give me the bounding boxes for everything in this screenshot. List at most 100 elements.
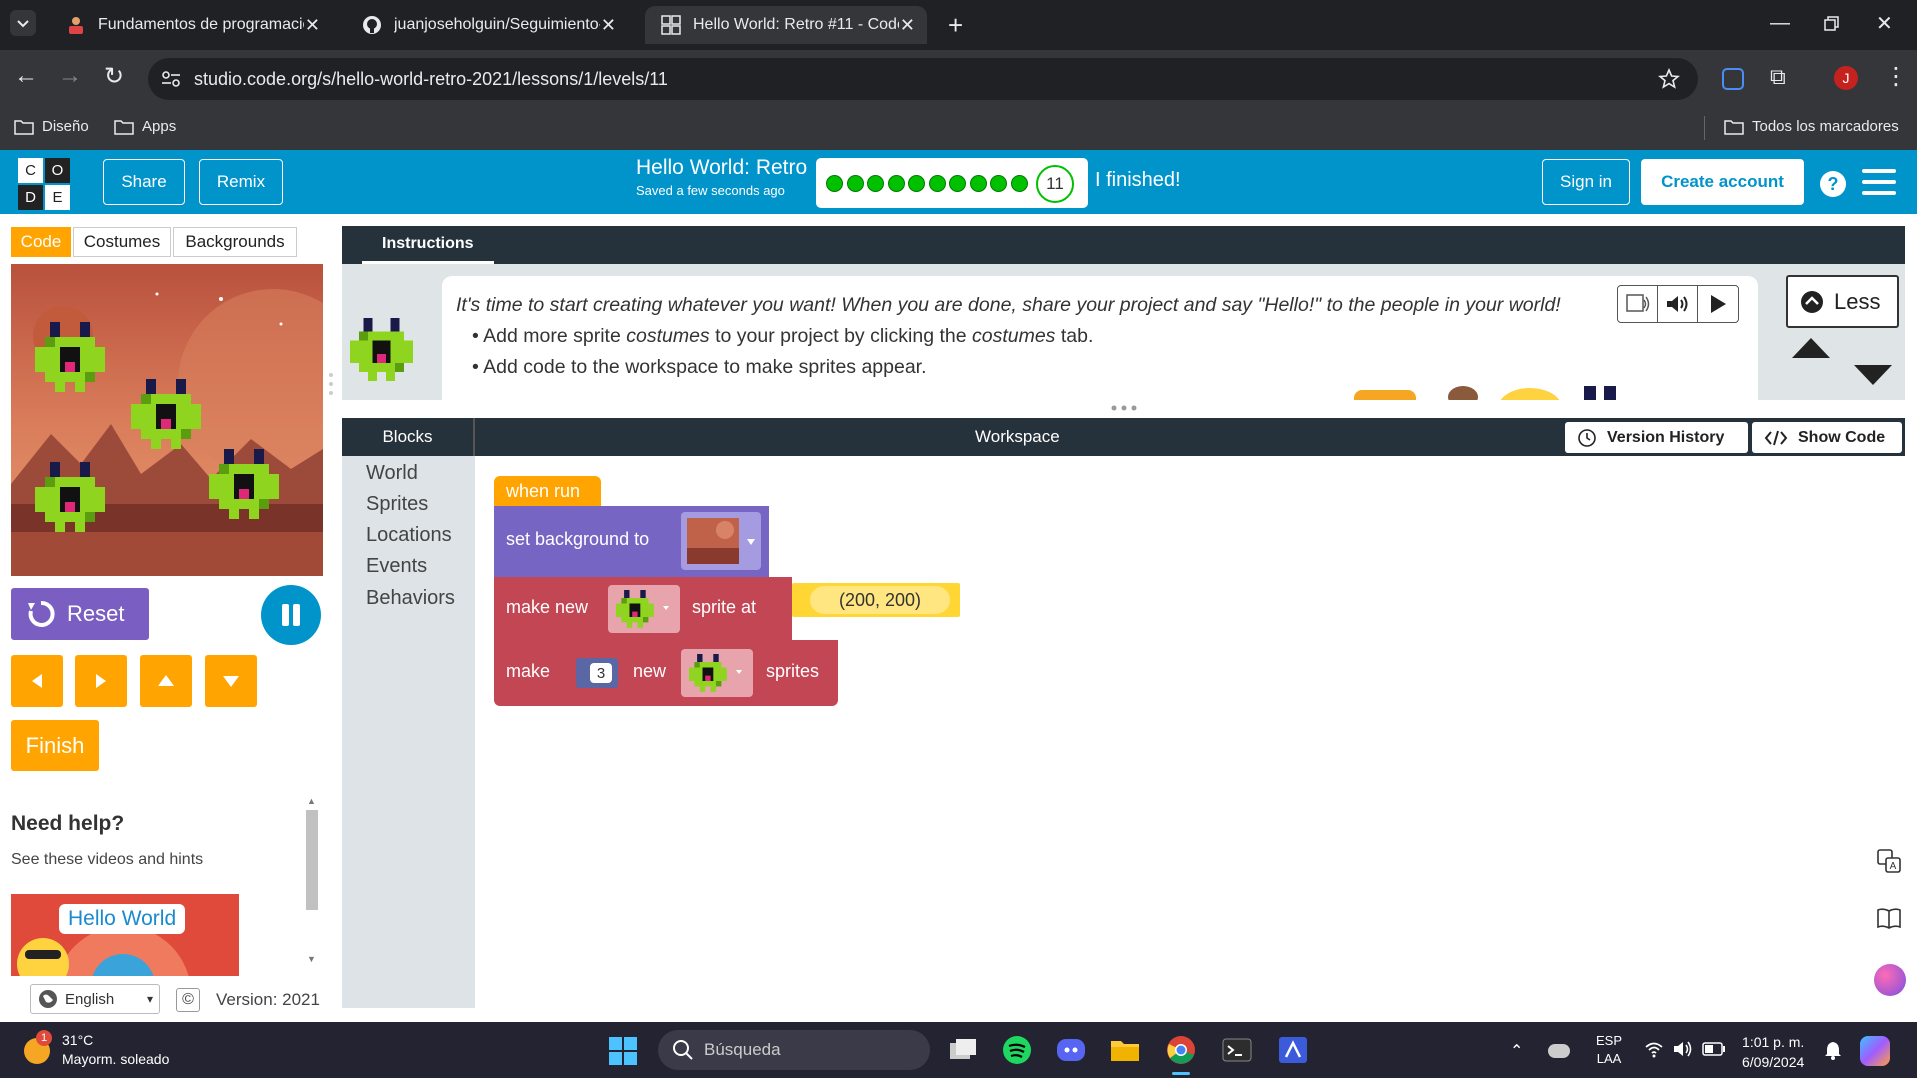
tab-costumes[interactable]: Costumes [73, 227, 171, 257]
tab-code[interactable]: Code [11, 227, 71, 257]
close-icon[interactable]: ✕ [601, 15, 616, 36]
version-history-button[interactable]: Version History [1565, 422, 1748, 453]
up-arrow-button[interactable] [140, 655, 192, 707]
progress-dot-completed[interactable] [846, 175, 864, 192]
stage-alien-sprite[interactable] [35, 462, 105, 532]
reload-button[interactable]: ↻ [104, 62, 124, 91]
count-block[interactable]: 3 [576, 658, 618, 688]
star-icon[interactable] [1658, 68, 1680, 90]
sign-in-button[interactable]: Sign in [1542, 159, 1630, 205]
drag-handle[interactable] [328, 372, 334, 396]
address-bar[interactable]: studio.code.org/s/hello-world-retro-2021… [148, 58, 1698, 100]
chrome-icon[interactable] [1166, 1035, 1196, 1065]
close-icon[interactable]: ✕ [305, 15, 320, 36]
more-menu-icon[interactable]: ⋮ [1884, 62, 1908, 91]
spotify-icon[interactable] [1002, 1035, 1032, 1065]
browser-tab-1[interactable]: Fundamentos de programación ✕ [50, 6, 332, 44]
progress-dot-completed[interactable] [990, 175, 1007, 192]
share-button[interactable]: Share [103, 159, 185, 205]
category-world[interactable]: World [366, 462, 418, 485]
tab-backgrounds[interactable]: Backgrounds [173, 227, 297, 257]
assistant-icon[interactable] [1874, 964, 1906, 996]
progress-dot-completed[interactable] [969, 175, 987, 192]
text-to-speech-icon[interactable] [1618, 286, 1658, 322]
wifi-icon[interactable] [1644, 1040, 1664, 1058]
extension-icon[interactable] [1722, 68, 1744, 90]
down-arrow-button[interactable] [205, 655, 257, 707]
copyright-icon[interactable]: © [176, 988, 200, 1012]
browser-tab-2[interactable]: juanjoseholguin/Seguimiento-6 ✕ [346, 6, 628, 44]
sprite-picker[interactable] [608, 585, 680, 633]
show-hidden-icons-chevron[interactable]: ⌃ [1510, 1041, 1523, 1061]
scroll-down-triangle-icon[interactable] [1852, 363, 1894, 387]
new-tab-button[interactable]: + [948, 10, 963, 41]
help-button[interactable]: ? [1820, 171, 1846, 197]
stage-alien-sprite[interactable] [131, 379, 201, 449]
count-field[interactable]: 3 [590, 663, 612, 683]
finish-button[interactable]: Finish [11, 720, 99, 771]
battery-icon[interactable] [1702, 1042, 1726, 1056]
notification-bell-icon[interactable] [1824, 1040, 1842, 1060]
copilot-icon[interactable] [1860, 1036, 1890, 1066]
sprite-picker[interactable] [681, 649, 753, 697]
codeorg-logo[interactable]: C O D E [18, 158, 70, 210]
extensions-puzzle-icon[interactable]: ⧉ [1770, 64, 1786, 90]
play-icon[interactable] [1698, 286, 1738, 322]
taskbar-search[interactable]: Búsqueda [658, 1030, 930, 1070]
vscode-icon[interactable] [1278, 1035, 1308, 1065]
close-icon[interactable]: ✕ [900, 15, 915, 36]
restore-button[interactable] [1824, 16, 1840, 32]
remix-button[interactable]: Remix [199, 159, 283, 205]
progress-dot-completed[interactable] [949, 175, 966, 192]
block-location-value[interactable]: (200, 200) [792, 583, 960, 617]
help-video-thumbnail[interactable]: Hello World [11, 894, 239, 976]
close-window-button[interactable]: ✕ [1876, 11, 1893, 36]
pause-button[interactable] [261, 585, 321, 645]
tab-instructions[interactable]: Instructions [362, 226, 494, 264]
bookmark-diseno[interactable]: Diseño [14, 118, 89, 135]
discord-icon[interactable] [1056, 1035, 1086, 1065]
terminal-icon[interactable] [1222, 1035, 1252, 1065]
location-field[interactable]: (200, 200) [810, 586, 950, 614]
current-level-bubble[interactable]: 11 [1036, 165, 1074, 203]
clock[interactable]: 1:01 p. m. 6/09/2024 [1742, 1032, 1804, 1072]
windows-start-icon[interactable] [609, 1037, 637, 1065]
progress-dot-completed[interactable] [887, 175, 905, 192]
tab-search-button[interactable] [10, 10, 36, 36]
workspace-canvas[interactable]: when run set background to make new spri… [475, 456, 1905, 1008]
reset-button[interactable]: Reset [11, 588, 149, 640]
speaker-icon[interactable] [1658, 286, 1698, 322]
left-arrow-button[interactable] [11, 655, 63, 707]
profile-avatar[interactable]: J [1834, 66, 1858, 90]
hamburger-menu-icon[interactable] [1862, 168, 1896, 196]
finished-label[interactable]: I finished! [1095, 169, 1181, 192]
less-button[interactable]: Less [1786, 275, 1899, 328]
minimize-button[interactable]: — [1770, 12, 1790, 35]
bookmark-apps[interactable]: Apps [114, 118, 176, 135]
block-set-background[interactable]: set background to [494, 506, 769, 577]
back-button[interactable]: ← [14, 62, 38, 90]
game-stage[interactable] [11, 264, 323, 576]
block-make-new-sprites[interactable]: make 3 new sprites [494, 640, 838, 706]
language-select[interactable]: English ▾ [30, 984, 160, 1014]
right-arrow-button[interactable] [75, 655, 127, 707]
weather-widget[interactable]: 1 31°C Mayorm. soleado [20, 1030, 190, 1070]
all-bookmarks[interactable]: Todos los marcadores [1724, 118, 1899, 135]
category-events[interactable]: Events [366, 555, 427, 578]
create-account-button[interactable]: Create account [1641, 159, 1804, 205]
lang-indicator[interactable]: ESP LAA [1596, 1032, 1622, 1068]
resize-handle[interactable] [1110, 404, 1138, 412]
progress-dot-completed[interactable] [908, 175, 925, 192]
onedrive-icon[interactable] [1548, 1044, 1570, 1058]
progress-dot-completed[interactable] [928, 175, 946, 192]
task-view-icon[interactable] [948, 1035, 978, 1065]
category-behaviors[interactable]: Behaviors [366, 587, 455, 610]
background-picker[interactable] [681, 512, 761, 570]
volume-icon[interactable] [1672, 1040, 1694, 1058]
file-explorer-icon[interactable] [1110, 1035, 1140, 1065]
category-locations[interactable]: Locations [366, 524, 452, 547]
block-when-run[interactable]: when run [494, 476, 601, 506]
browser-tab-3[interactable]: Hello World: Retro #11 - Code.o ✕ [645, 6, 927, 44]
category-sprites[interactable]: Sprites [366, 493, 428, 516]
scroll-up-triangle-icon[interactable] [1790, 336, 1832, 360]
